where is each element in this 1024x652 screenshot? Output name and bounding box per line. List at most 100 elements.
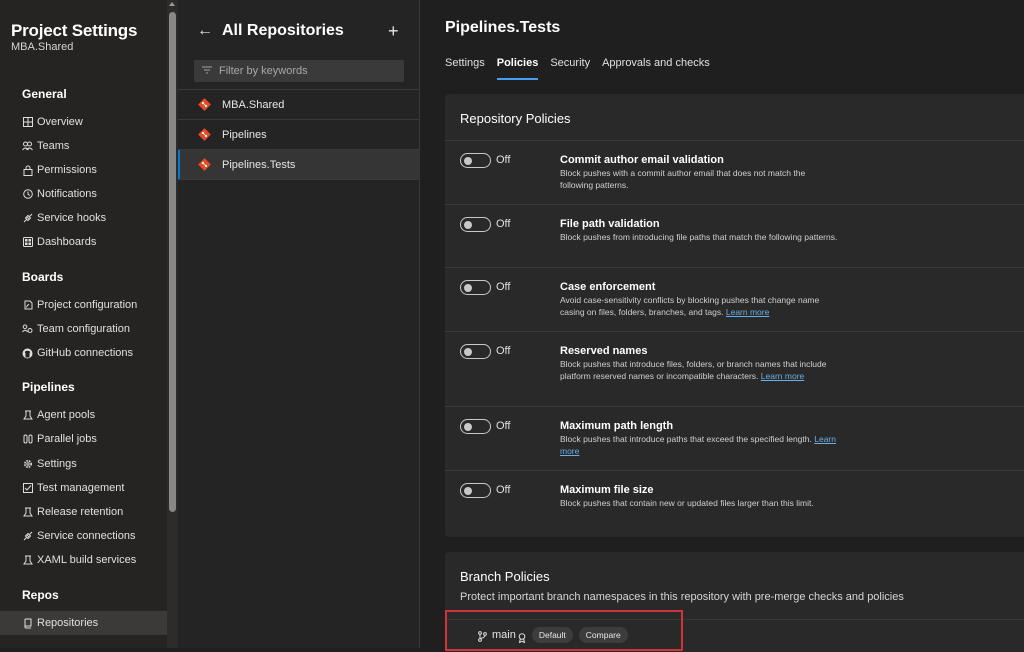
scrollbar-thumb[interactable] xyxy=(169,12,176,512)
toggle-reserved-names[interactable] xyxy=(460,344,491,359)
repo-pane-title: All Repositories xyxy=(222,22,344,39)
teams-icon xyxy=(22,141,33,152)
release-retention-icon xyxy=(22,507,33,518)
nav-item-permissions[interactable]: Permissions xyxy=(0,158,167,182)
nav-item-label: GitHub connections xyxy=(37,347,133,359)
repository-policies-card: Repository Policies Off Commit author em… xyxy=(445,94,1024,537)
nav-item-settings[interactable]: Settings xyxy=(0,452,167,476)
tab-settings[interactable]: Settings xyxy=(445,57,485,80)
scroll-up-arrow-icon[interactable] xyxy=(169,2,175,6)
tab-policies[interactable]: Policies xyxy=(496,57,539,80)
toggle-knob xyxy=(464,486,472,495)
team-config-icon xyxy=(22,324,33,335)
filter-box[interactable] xyxy=(194,60,404,82)
toggle-state-label: Off xyxy=(496,218,511,230)
nav-section-general: General xyxy=(22,87,67,101)
toggle-state-label: Off xyxy=(496,345,511,357)
nav-item-notifications[interactable]: Notifications xyxy=(0,182,167,206)
repo-name: Pipelines.Tests xyxy=(222,158,296,171)
policy-row-maximum-path-length: Off Maximum path length Block pushes tha… xyxy=(445,406,1024,470)
nav-item-github-connections[interactable]: GitHub connections xyxy=(0,341,167,365)
project-settings-nav: Project Settings MBA.Shared General Over… xyxy=(0,0,167,648)
repo-item-pipelines-tests[interactable]: Pipelines.Tests xyxy=(178,150,420,180)
filter-input[interactable] xyxy=(219,65,389,77)
page-title: Pipelines.Tests xyxy=(445,19,561,36)
add-repository-button[interactable]: + xyxy=(388,21,399,42)
policy-description: Block pushes that introduce paths that e… xyxy=(560,434,836,456)
nav-item-label: Notifications xyxy=(37,188,97,200)
nav-item-label: Teams xyxy=(37,140,70,152)
test-management-icon xyxy=(22,483,33,494)
nav-section-repos: Repos xyxy=(22,588,59,602)
toggle-knob xyxy=(464,347,472,356)
permissions-lock-icon xyxy=(22,165,33,176)
tab-security[interactable]: Security xyxy=(550,57,590,80)
toggle-maximum-file-size[interactable] xyxy=(460,483,491,498)
branch-icon xyxy=(477,629,488,642)
learn-more-link[interactable]: Learn more xyxy=(726,307,769,317)
nav-item-label: Project configuration xyxy=(37,299,138,311)
repository-policies-title: Repository Policies xyxy=(460,111,571,126)
service-hooks-icon xyxy=(22,213,33,224)
branch-policies-subtitle: Protect important branch namespaces in t… xyxy=(460,591,904,603)
nav-item-team-configuration[interactable]: Team configuration xyxy=(0,317,167,341)
nav-section-boards: Boards xyxy=(22,270,64,284)
tab-approvals-and-checks[interactable]: Approvals and checks xyxy=(602,57,710,80)
policy-description: Block pushes that introduce files, folde… xyxy=(560,359,827,381)
toggle-state-label: Off xyxy=(496,154,511,166)
dashboards-icon xyxy=(22,237,33,248)
policy-title: Case enforcement xyxy=(560,281,656,293)
nav-item-label: XAML build services xyxy=(37,554,137,566)
git-repo-icon xyxy=(198,128,211,141)
nav-item-service-connections[interactable]: Service connections xyxy=(0,524,167,548)
gear-icon xyxy=(22,459,33,470)
nav-item-xaml-build-services[interactable]: XAML build services xyxy=(0,548,167,572)
policy-description: Block pushes with a commit author email … xyxy=(560,168,806,190)
repo-item-pipelines[interactable]: Pipelines xyxy=(178,120,420,150)
nav-item-parallel-jobs[interactable]: Parallel jobs xyxy=(0,427,167,451)
default-badge: Default xyxy=(531,626,573,643)
learn-more-link[interactable]: Learn more xyxy=(761,371,804,381)
policy-title: Maximum file size xyxy=(560,484,654,496)
repo-name: MBA.Shared xyxy=(222,98,285,111)
nav-subtitle: MBA.Shared xyxy=(11,41,74,53)
toggle-file-path-validation[interactable] xyxy=(460,217,491,232)
tab-bar: Settings Policies Security Approvals and… xyxy=(445,57,722,80)
policy-row-case-enforcement: Off Case enforcement Avoid case-sensitiv… xyxy=(445,267,1024,331)
nav-item-label: Settings xyxy=(37,458,77,470)
nav-title: Project Settings xyxy=(11,21,138,40)
nav-item-label: Release retention xyxy=(37,506,124,518)
repositories-icon xyxy=(22,618,33,629)
nav-item-overview[interactable]: Overview xyxy=(0,110,167,134)
compare-badge[interactable]: Compare xyxy=(578,626,628,643)
toggle-maximum-path-length[interactable] xyxy=(460,419,491,434)
nav-item-dashboards[interactable]: Dashboards xyxy=(0,230,167,254)
policy-title: Reserved names xyxy=(560,345,648,357)
toggle-knob xyxy=(464,220,472,229)
back-arrow-icon[interactable]: ← xyxy=(197,22,213,40)
nav-item-test-management[interactable]: Test management xyxy=(0,476,167,500)
nav-item-service-hooks[interactable]: Service hooks xyxy=(0,206,167,230)
policy-title: File path validation xyxy=(560,218,660,230)
nav-item-label: Repositories xyxy=(37,617,99,629)
nav-item-label: Dashboards xyxy=(37,236,97,248)
agent-pools-icon xyxy=(22,410,33,421)
nav-item-repositories[interactable]: Repositories xyxy=(0,611,167,635)
project-config-icon xyxy=(22,300,33,311)
nav-item-agent-pools[interactable]: Agent pools xyxy=(0,403,167,427)
nav-item-release-retention[interactable]: Release retention xyxy=(0,500,167,524)
toggle-knob xyxy=(464,283,472,292)
branch-row-main[interactable]: main Default Compare xyxy=(445,619,1024,649)
nav-item-teams[interactable]: Teams xyxy=(0,134,167,158)
toggle-case-enforcement[interactable] xyxy=(460,280,491,295)
git-repo-icon xyxy=(198,98,211,111)
nav-item-project-configuration[interactable]: Project configuration xyxy=(0,293,167,317)
notifications-icon xyxy=(22,189,33,200)
repo-item-mba-shared[interactable]: MBA.Shared xyxy=(178,90,420,120)
repo-name: Pipelines xyxy=(222,128,267,141)
nav-item-label: Test management xyxy=(37,482,125,494)
main-content: Pipelines.Tests Settings Policies Securi… xyxy=(421,0,1024,652)
policy-title: Maximum path length xyxy=(560,420,674,432)
nav-scrollbar[interactable] xyxy=(167,0,178,648)
toggle-commit-author-email[interactable] xyxy=(460,153,491,168)
